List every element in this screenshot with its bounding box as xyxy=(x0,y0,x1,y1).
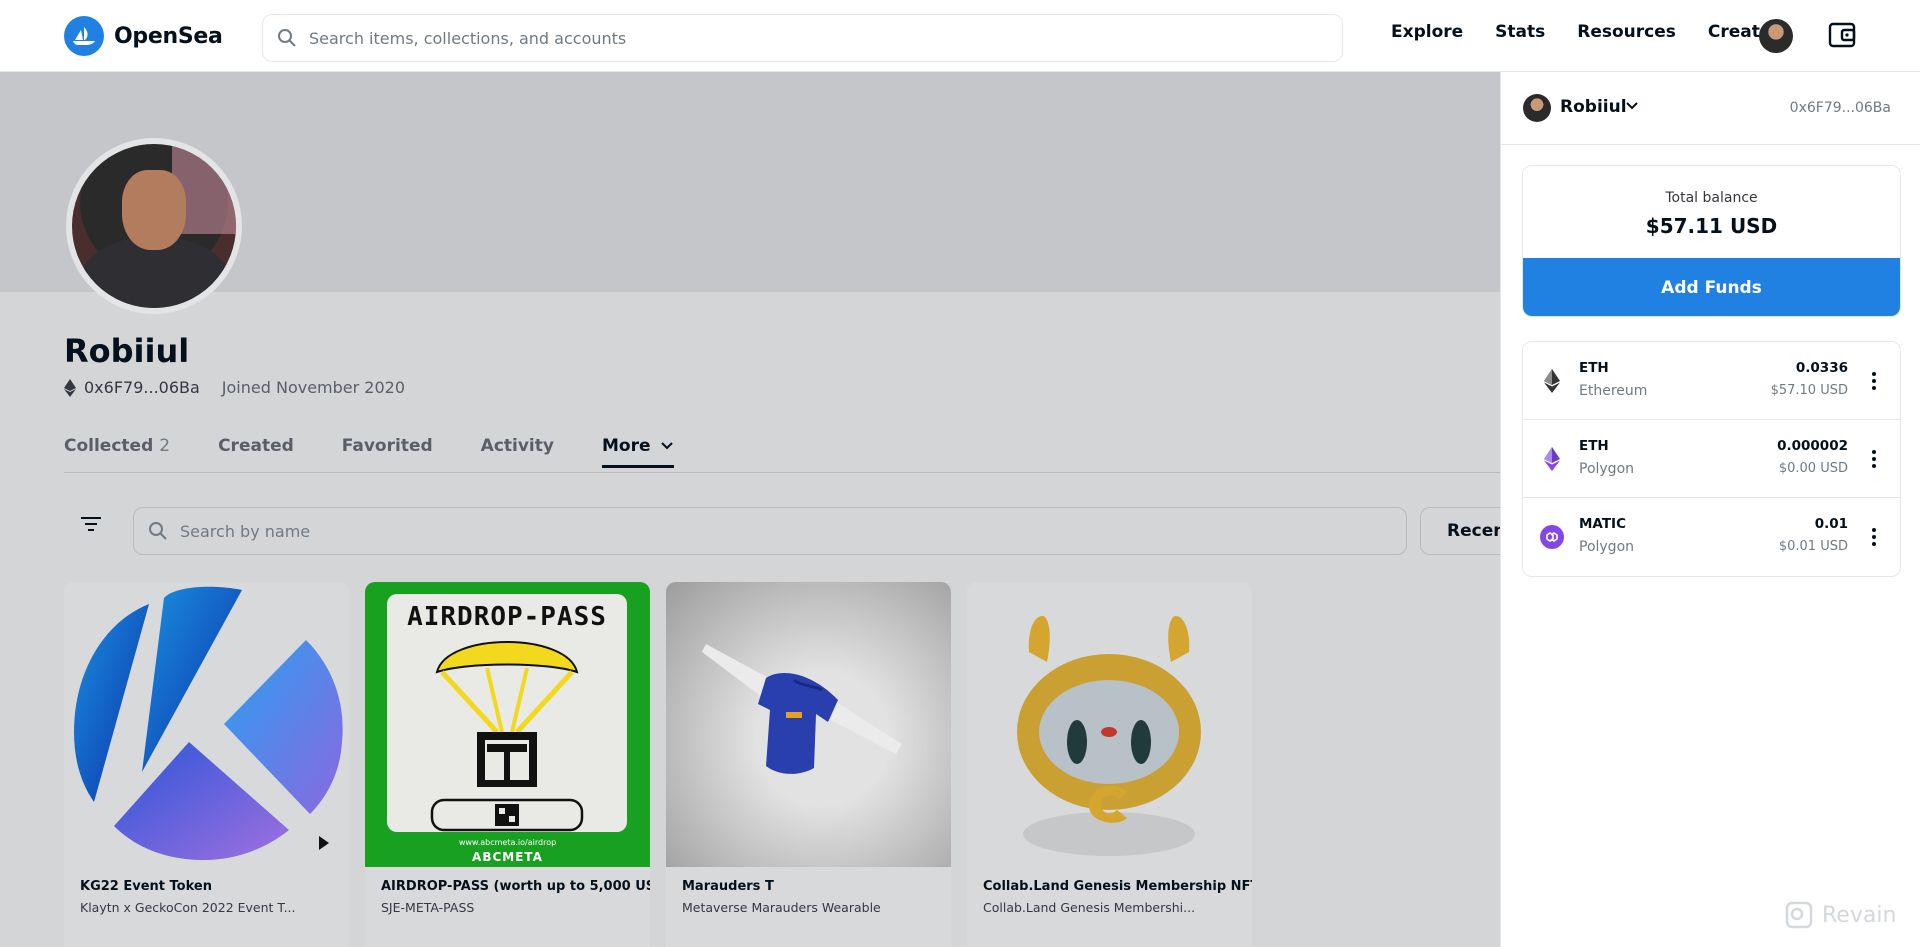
nft-name: KG22 Event Token xyxy=(80,879,212,894)
nav-resources[interactable]: Resources xyxy=(1577,22,1676,42)
tab-more[interactable]: More xyxy=(601,436,675,468)
tab-activity[interactable]: Activity xyxy=(481,436,554,468)
token-row[interactable]: ETH Polygon 0.000002 $0.00 USD xyxy=(1523,420,1900,498)
search-icon xyxy=(278,29,296,47)
eth-icon xyxy=(1544,369,1560,393)
wallet-panel-header: Robiiul 0x6F79...06Ba xyxy=(1501,72,1920,145)
token-symbol: ETH xyxy=(1579,360,1609,376)
wallet-panel: Robiiul 0x6F79...06Ba Total balance $57.… xyxy=(1500,72,1920,947)
nft-card[interactable]: KG22 Event Token Klaytn x GeckoCon 2022 … xyxy=(64,582,349,947)
revain-logo-icon xyxy=(1785,901,1813,929)
token-amount: 0.0336 xyxy=(1795,360,1848,376)
abcmeta-logo: ABCMETA xyxy=(472,850,543,864)
balance-label: Total balance xyxy=(1665,190,1758,206)
global-search[interactable] xyxy=(262,14,1343,62)
avatar-face xyxy=(122,170,186,250)
nft-card[interactable]: Collab.Land Genesis Membership NFT Colla… xyxy=(967,582,1252,947)
token-network: Polygon xyxy=(1579,461,1635,477)
token-usd: $57.10 USD xyxy=(1770,383,1848,398)
top-header: OpenSea Explore Stats Resources Create xyxy=(0,0,1920,72)
items-search-input[interactable] xyxy=(180,521,1376,541)
logo-text: OpenSea xyxy=(114,23,223,49)
tab-collected-label: Collected xyxy=(64,436,154,456)
revain-text: Revain xyxy=(1822,902,1897,928)
profile-name: Robiiul xyxy=(64,332,190,370)
matic-icon xyxy=(1540,525,1564,549)
tab-collected-count: 2 xyxy=(159,436,171,456)
more-options-icon[interactable] xyxy=(1864,446,1884,472)
tab-more-label: More xyxy=(601,436,651,456)
nav-explore[interactable]: Explore xyxy=(1391,22,1463,42)
profile-avatar xyxy=(66,138,242,314)
tab-created[interactable]: Created xyxy=(218,436,294,468)
nft-name: AIRDROP-PASS (worth up to 5,000 USDT) xyxy=(381,879,650,894)
token-usd: $0.00 USD xyxy=(1778,461,1848,476)
ethereum-icon xyxy=(64,378,76,397)
profile-joined: Joined November 2020 xyxy=(221,378,406,397)
tab-collected[interactable]: Collected 2 xyxy=(64,436,170,468)
nft-card[interactable]: AIRDROP-PASS www.abcmeta.io/airdrop ABCM… xyxy=(365,582,650,947)
token-row[interactable]: ETH Ethereum 0.0336 $57.10 USD xyxy=(1523,342,1900,420)
token-network: Polygon xyxy=(1579,539,1635,555)
header-avatar[interactable] xyxy=(1759,19,1793,53)
tabs-divider xyxy=(64,472,1500,473)
airdrop-pass-title: AIRDROP-PASS xyxy=(407,602,607,632)
nft-image-collab-land xyxy=(967,582,1252,867)
nav-stats[interactable]: Stats xyxy=(1495,22,1545,42)
profile-meta: 0x6F79...06Ba Joined November 2020 xyxy=(64,378,405,397)
nft-collection[interactable]: Klaytn x GeckoCon 2022 Event T... xyxy=(80,900,296,915)
nft-collection[interactable]: Collab.Land Genesis Membershi... xyxy=(983,900,1195,915)
nft-image-marauders-t xyxy=(666,582,951,867)
token-row[interactable]: MATIC Polygon 0.01 $0.01 USD xyxy=(1523,498,1900,576)
balance-card: Total balance $57.11 USD Add Funds xyxy=(1522,165,1901,317)
revain-watermark: Revain xyxy=(1784,900,1896,930)
chevron-down-icon[interactable] xyxy=(1625,101,1639,111)
wallet-icon[interactable] xyxy=(1828,22,1856,52)
wallet-address[interactable]: 0x6F79...06Ba xyxy=(1790,100,1891,116)
items-search[interactable] xyxy=(133,507,1407,555)
nft-name: Marauders T xyxy=(682,879,774,894)
profile-address[interactable]: 0x6F79...06Ba xyxy=(84,378,200,397)
token-symbol: ETH xyxy=(1579,438,1609,454)
nft-image-klaytn xyxy=(64,582,349,867)
nft-image-airdrop-pass: AIRDROP-PASS www.abcmeta.io/airdrop ABCM… xyxy=(365,582,650,867)
token-amount: 0.01 xyxy=(1814,516,1848,532)
add-funds-button[interactable]: Add Funds xyxy=(1523,258,1900,316)
filter-icon[interactable] xyxy=(80,516,112,544)
profile-tabs: Collected 2 Created Favorited Activity Mo… xyxy=(64,436,675,468)
nft-name: Collab.Land Genesis Membership NFT xyxy=(983,879,1252,894)
token-amount: 0.000002 xyxy=(1777,438,1848,454)
more-options-icon[interactable] xyxy=(1864,524,1884,550)
nft-collection[interactable]: SJE-META-PASS xyxy=(381,900,474,915)
eth-purple-icon xyxy=(1544,447,1560,471)
wallet-avatar xyxy=(1523,94,1551,122)
search-icon xyxy=(149,522,167,540)
nft-card[interactable]: Marauders T Metaverse Marauders Wearable xyxy=(666,582,951,947)
wallet-username[interactable]: Robiiul xyxy=(1560,97,1627,117)
nft-collection[interactable]: Metaverse Marauders Wearable xyxy=(682,900,881,915)
more-options-icon[interactable] xyxy=(1864,368,1884,394)
tab-favorited[interactable]: Favorited xyxy=(342,436,433,468)
chevron-down-icon xyxy=(661,442,674,450)
airdrop-url: www.abcmeta.io/airdrop xyxy=(458,838,557,847)
global-search-input[interactable] xyxy=(309,28,1321,48)
token-network: Ethereum xyxy=(1579,383,1648,399)
token-list: ETH Ethereum 0.0336 $57.10 USD ETH Polyg… xyxy=(1522,341,1901,577)
balance-value: $57.11 USD xyxy=(1645,214,1778,238)
token-symbol: MATIC xyxy=(1579,516,1626,532)
opensea-logo-icon xyxy=(64,16,104,56)
token-usd: $0.01 USD xyxy=(1778,539,1848,554)
main-nav: Explore Stats Resources Create xyxy=(1391,22,1771,42)
opensea-logo[interactable]: OpenSea xyxy=(64,16,223,56)
